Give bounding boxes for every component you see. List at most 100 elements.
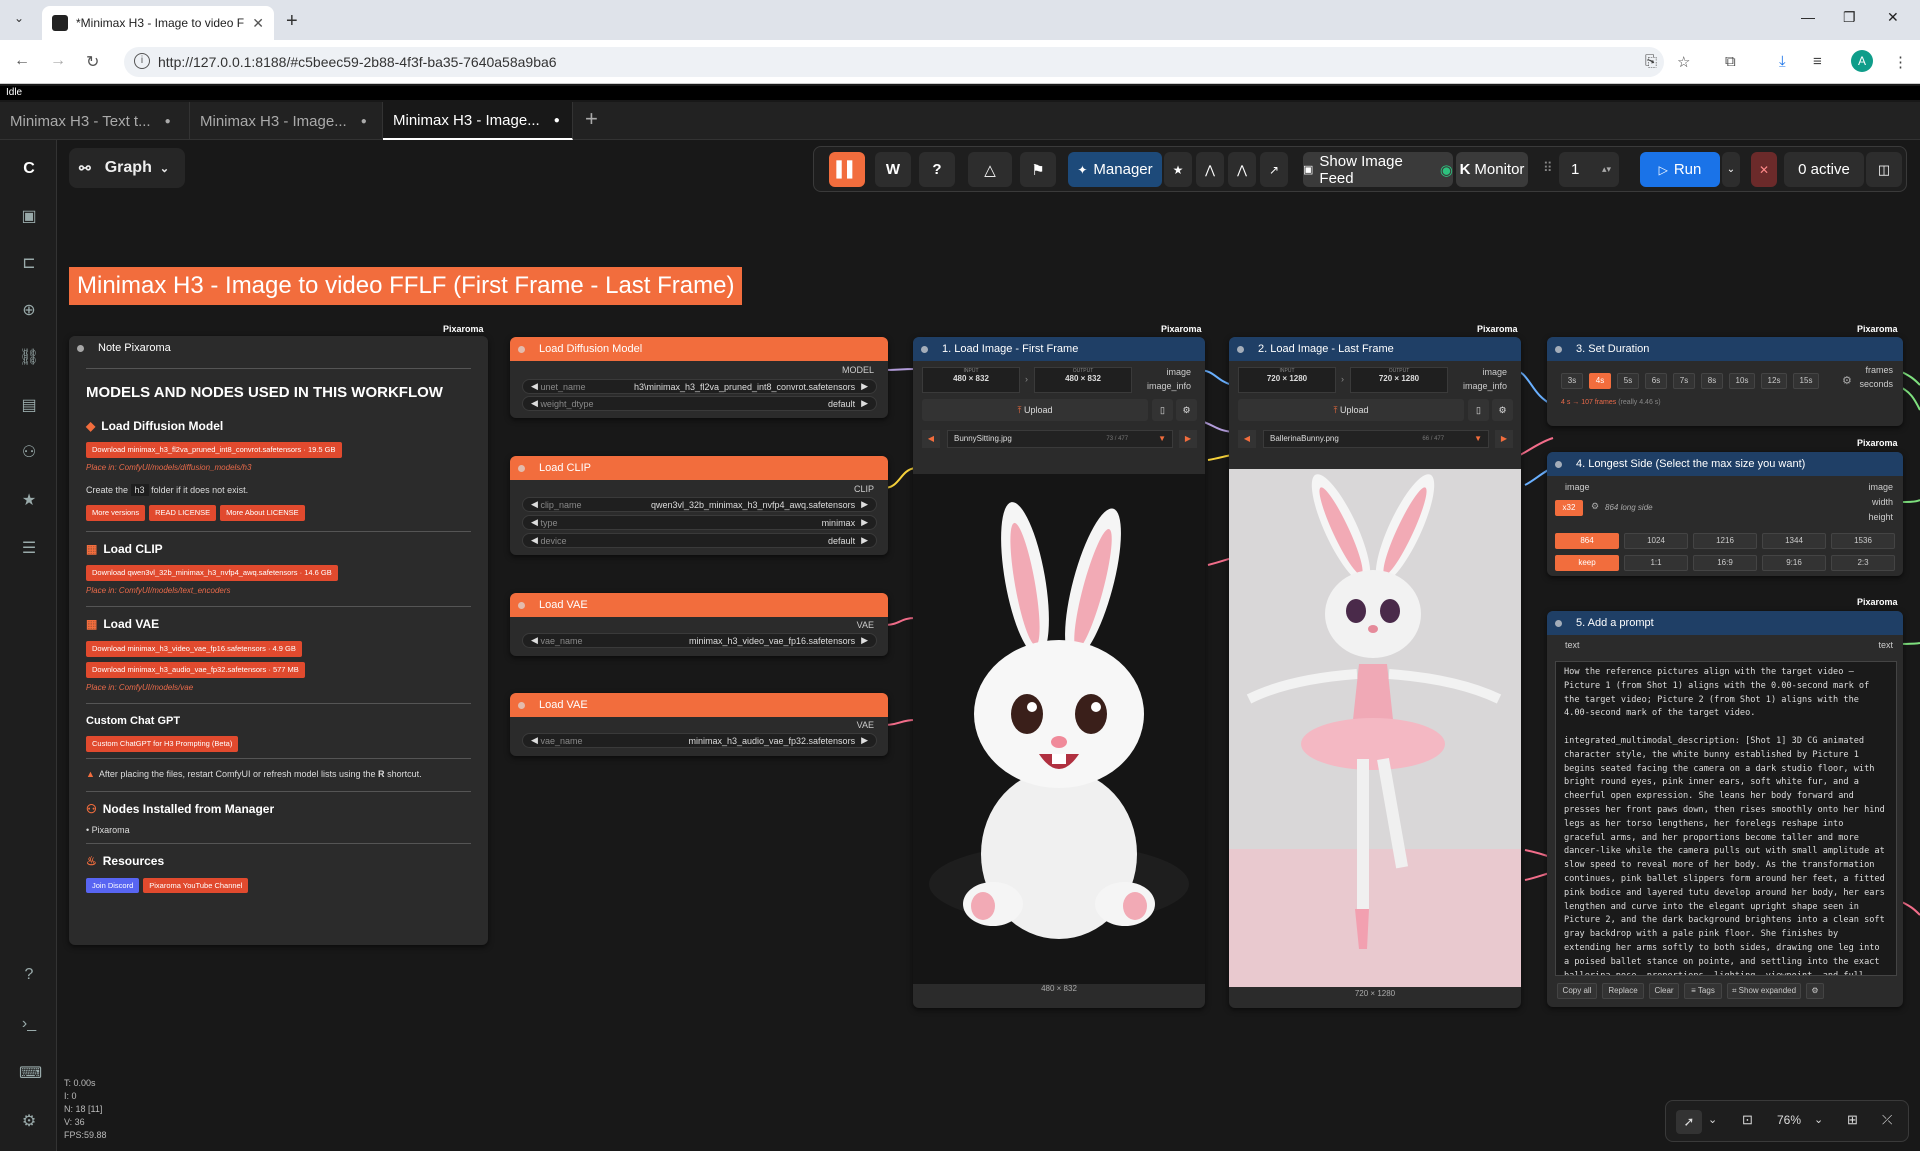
output-vae[interactable]: VAE	[857, 620, 874, 630]
delete-icon[interactable]: ▯	[1468, 399, 1489, 421]
size-chip[interactable]: 1024	[1624, 533, 1688, 549]
read-license-button[interactable]: READ LICENSE	[149, 504, 217, 521]
settings-icon[interactable]: ⚙	[1591, 501, 1599, 512]
clear-button[interactable]: Clear	[1649, 983, 1679, 999]
add-prompt-node[interactable]: 5. Add a prompt text text How the refere…	[1547, 611, 1903, 1007]
unet-name-widget[interactable]: ◀ unet_name h3\minimax_h3_fl2va_pruned_in…	[522, 379, 877, 394]
ratio-chip[interactable]: keep	[1555, 555, 1619, 571]
node-header[interactable]: Load CLIP	[510, 456, 888, 480]
left-arrow-icon[interactable]: ◀	[531, 535, 538, 546]
delete-icon[interactable]: ▯	[1152, 399, 1173, 421]
output-height[interactable]: height	[1868, 512, 1893, 522]
image-select[interactable]: BallerinaBunny.png 66 / 477 ▼	[1263, 430, 1489, 448]
upload-button[interactable]: ⤒ Upload	[1238, 399, 1464, 421]
right-arrow-icon[interactable]: ▶	[861, 381, 868, 392]
node-header[interactable]: 5. Add a prompt	[1547, 611, 1903, 635]
zoom-level[interactable]: 76%	[1777, 1113, 1801, 1127]
left-arrow-icon[interactable]: ◀	[531, 735, 538, 746]
output-width[interactable]: width	[1872, 497, 1893, 507]
node-header[interactable]: 1. Load Image - First Frame	[913, 337, 1205, 361]
join-discord-button[interactable]: Join Discord	[86, 877, 140, 894]
right-arrow-icon[interactable]: ▶	[861, 499, 868, 510]
size-chip[interactable]: 864	[1555, 533, 1619, 549]
download-clip-button[interactable]: Download qwen3vl_32b_minimax_h3_nvfp4_aw…	[86, 565, 338, 582]
fit-view-icon[interactable]: ⊡	[1742, 1112, 1753, 1128]
show-expanded-button[interactable]: ⌗ Show expanded	[1727, 983, 1801, 999]
size-chip[interactable]: 1216	[1693, 533, 1757, 549]
duration-chip[interactable]: 3s	[1561, 373, 1583, 389]
left-arrow-icon[interactable]: ◀	[531, 517, 538, 528]
prev-image-icon[interactable]: ◀	[1238, 430, 1256, 448]
output-frames[interactable]: frames	[1865, 365, 1893, 375]
input-text[interactable]: text	[1565, 640, 1580, 650]
output-clip[interactable]: CLIP	[854, 484, 874, 494]
set-duration-node[interactable]: 3. Set Duration frames seconds 3s 4s 5s 6s 7…	[1547, 337, 1903, 426]
right-arrow-icon[interactable]: ▶	[861, 517, 868, 528]
longest-side-node[interactable]: 4. Longest Side (Select the max size you…	[1547, 452, 1903, 576]
output-vae[interactable]: VAE	[857, 720, 874, 730]
copy-all-button[interactable]: Copy all	[1557, 983, 1597, 999]
vae-name-widget[interactable]: ◀ vae_name minimax_h3_video_vae_fp16.safe…	[522, 633, 877, 648]
right-arrow-icon[interactable]: ▶	[861, 535, 868, 546]
duration-chip[interactable]: 12s	[1761, 373, 1787, 389]
load-image-first-node[interactable]: 1. Load Image - First Frame INPUT 480 × 8…	[913, 337, 1205, 1008]
load-diffusion-node[interactable]: Load Diffusion Model MODEL ◀ unet_name h3…	[510, 337, 888, 418]
ratio-chip[interactable]: 2:3	[1831, 555, 1895, 571]
tags-button[interactable]: ≡ Tags	[1684, 983, 1722, 999]
next-image-icon[interactable]: ▶	[1179, 430, 1197, 448]
custom-chatgpt-button[interactable]: Custom ChatGPT for H3 Prompting (Beta)	[86, 736, 239, 752]
output-image-info[interactable]: image_info	[1147, 381, 1191, 391]
multiplier-chip[interactable]: x32	[1555, 500, 1583, 516]
left-arrow-icon[interactable]: ◀	[531, 635, 538, 646]
duration-chip[interactable]: 15s	[1793, 373, 1819, 389]
note-node-header[interactable]: Note Pixaroma	[69, 336, 488, 360]
node-header[interactable]: 3. Set Duration	[1547, 337, 1903, 361]
output-image[interactable]: image	[1166, 367, 1191, 377]
image-select[interactable]: BunnySitting.jpg 73 / 477 ▼	[947, 430, 1173, 448]
download-vae-video-button[interactable]: Download minimax_h3_video_vae_fp16.safet…	[86, 641, 302, 657]
node-header[interactable]: Load VAE	[510, 693, 888, 717]
load-image-last-node[interactable]: 2. Load Image - Last Frame INPUT 720 × 12…	[1229, 337, 1521, 1008]
node-header[interactable]: 2. Load Image - Last Frame	[1229, 337, 1521, 361]
node-header[interactable]: Load Diffusion Model	[510, 337, 888, 361]
select-pointer-icon[interactable]: ➚	[1676, 1110, 1702, 1134]
weight-dtype-widget[interactable]: ◀ weight_dtype default ▶	[522, 396, 877, 411]
download-diffusion-button[interactable]: Download minimax_h3_fl2va_pruned_int8_co…	[86, 442, 342, 458]
duration-chip[interactable]: 7s	[1673, 373, 1695, 389]
vae-name-widget[interactable]: ◀ vae_name minimax_h3_audio_vae_fp32.safe…	[522, 733, 877, 748]
clip-device-widget[interactable]: ◀ device default ▶	[522, 533, 877, 548]
minimap-icon[interactable]: ⊞	[1847, 1112, 1858, 1128]
right-arrow-icon[interactable]: ▶	[861, 735, 868, 746]
left-arrow-icon[interactable]: ◀	[531, 381, 538, 392]
download-vae-audio-button[interactable]: Download minimax_h3_audio_vae_fp32.safet…	[86, 661, 305, 678]
clip-name-widget[interactable]: ◀ clip_name qwen3vl_32b_minimax_h3_nvfp4_…	[522, 497, 877, 512]
chevron-down-icon[interactable]: ⌄	[1708, 1113, 1717, 1126]
size-chip[interactable]: 1344	[1762, 533, 1826, 549]
settings-icon[interactable]: ⚙	[1842, 374, 1852, 387]
hide-links-icon[interactable]: ⤫	[1882, 1112, 1892, 1128]
upload-button[interactable]: ⤒ Upload	[922, 399, 1148, 421]
clip-type-widget[interactable]: ◀ type minimax ▶	[522, 515, 877, 530]
input-image[interactable]: image	[1565, 482, 1590, 492]
output-image-info[interactable]: image_info	[1463, 381, 1507, 391]
settings-icon[interactable]: ⚙	[1176, 399, 1197, 421]
duration-chip[interactable]: 8s	[1701, 373, 1723, 389]
left-arrow-icon[interactable]: ◀	[531, 499, 538, 510]
settings-icon[interactable]: ⚙	[1806, 983, 1824, 999]
next-image-icon[interactable]: ▶	[1495, 430, 1513, 448]
duration-chip[interactable]: 5s	[1617, 373, 1639, 389]
node-header[interactable]: 4. Longest Side (Select the max size you…	[1547, 452, 1903, 476]
ratio-chip[interactable]: 1:1	[1624, 555, 1688, 571]
output-text[interactable]: text	[1878, 640, 1893, 650]
ratio-chip[interactable]: 16:9	[1693, 555, 1757, 571]
node-header[interactable]: Load VAE	[510, 593, 888, 617]
right-arrow-icon[interactable]: ▶	[861, 635, 868, 646]
left-arrow-icon[interactable]: ◀	[531, 398, 538, 409]
note-node[interactable]: Note Pixaroma MODELS AND NODES USED IN T…	[69, 336, 488, 945]
output-model[interactable]: MODEL	[842, 365, 874, 375]
duration-chip[interactable]: 6s	[1645, 373, 1667, 389]
duration-chip[interactable]: 4s	[1589, 373, 1611, 389]
load-vae-audio-node[interactable]: Load VAE VAE ◀ vae_name minimax_h3_audio_…	[510, 693, 888, 756]
about-license-button[interactable]: More About LICENSE	[220, 504, 305, 521]
duration-chip[interactable]: 10s	[1729, 373, 1755, 389]
